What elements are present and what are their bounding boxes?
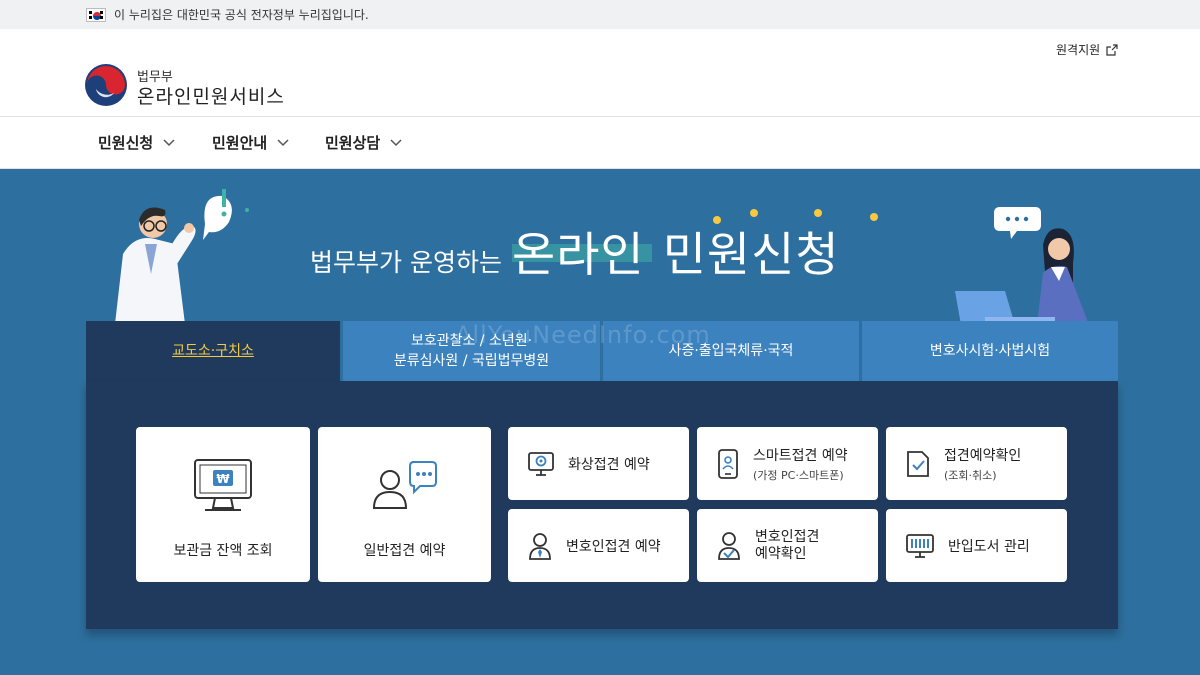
card-text: 스마트접견 예약 (가정 PC·스마트폰) (753, 445, 848, 483)
hero-section: 법무부가 운영하는 온라인 민원신청 교도소·구치소 보호관찰소 / 소년원· … (0, 169, 1200, 675)
hero-title-rest: 민원신청 (662, 228, 840, 283)
hero-dot (750, 209, 758, 217)
smartphone-person-icon (718, 448, 738, 479)
lawyer-icon (529, 532, 551, 560)
card-label: 스마트접견 예약 (753, 447, 848, 464)
hero-dot (814, 209, 822, 217)
smart-visit-card[interactable]: 스마트접견 예약 (가정 PC·스마트폰) (697, 427, 878, 500)
nav-item-apply[interactable]: 민원신청 (98, 117, 175, 168)
remote-support-label: 원격지원 (1056, 43, 1101, 57)
hero-highlight-text: 온라인 (511, 228, 645, 283)
watermark-text: AllYouNeedInfo.com (455, 321, 711, 349)
card-label: 접견예약확인 (944, 447, 1022, 464)
card-label: 보관금 잔액 조회 (173, 543, 273, 559)
monitor-books-icon (906, 533, 934, 558)
hero-title: 법무부가 운영하는 온라인 민원신청 (310, 216, 840, 285)
external-link-icon (1106, 43, 1118, 56)
hero-title-highlight: 온라인 (511, 216, 652, 285)
tab-prison[interactable]: 교도소·구치소 (86, 321, 340, 381)
logo-title[interactable]: 온라인민원서비스 (137, 82, 285, 109)
balance-inquiry-card[interactable]: ₩ 보관금 잔액 조회 (136, 427, 310, 582)
hero-dot (713, 216, 721, 224)
card-label-line2: 예약확인 (755, 545, 807, 562)
korea-flag-icon (86, 7, 106, 22)
card-sublabel: (가정 PC·스마트폰) (753, 468, 844, 482)
chevron-down-icon (390, 138, 402, 146)
woman-character-illustration (955, 207, 1089, 325)
man-character-illustration (115, 189, 249, 324)
card-label-line1: 변호인접견 (755, 528, 820, 545)
monitor-won-icon: ₩ (194, 459, 252, 511)
svg-text:₩: ₩ (216, 472, 230, 486)
hero-dot (870, 213, 878, 221)
nav-item-label: 민원신청 (98, 134, 154, 152)
nav-item-consult[interactable]: 민원상담 (325, 117, 402, 168)
video-visit-card[interactable]: 화상접견 예약 (508, 427, 689, 500)
gov-banner: 이 누리집은 대한민국 공식 전자정부 누리집입니다. (0, 0, 1200, 29)
card-label: 반입도서 관리 (948, 538, 1030, 555)
tab-content-panel: ₩ 보관금 잔액 조회 일반접견 예약 화상접견 예약 스마트접견 예약 (가정… (86, 381, 1118, 629)
ministry-logo-icon[interactable] (84, 63, 128, 107)
gov-banner-text: 이 누리집은 대한민국 공식 전자정부 누리집입니다. (114, 8, 369, 22)
chevron-down-icon (277, 138, 289, 146)
card-sublabel: (조회·취소) (944, 468, 997, 482)
card-text: 변호인접견 예약확인 (755, 529, 819, 563)
books-management-card[interactable]: 반입도서 관리 (886, 509, 1067, 582)
general-visit-card[interactable]: 일반접견 예약 (318, 427, 491, 582)
document-check-icon (907, 450, 929, 477)
visit-check-card[interactable]: 접견예약확인 (조회·취소) (886, 427, 1067, 500)
tab-bar-exam[interactable]: 변호사시험·사법시험 (862, 321, 1118, 381)
lawyer-visit-check-card[interactable]: 변호인접견 예약확인 (697, 509, 878, 582)
tab-label: 교도소·구치소 (172, 343, 254, 359)
nav-item-label: 민원상담 (325, 134, 381, 152)
people-chat-icon (372, 461, 437, 509)
main-navigation: 민원신청 민원안내 민원상담 (0, 116, 1200, 169)
card-label: 화상접견 예약 (568, 456, 650, 473)
nav-item-label: 민원안내 (212, 134, 268, 152)
hero-title-prefix: 법무부가 운영하는 (310, 248, 502, 277)
card-text: 접견예약확인 (조회·취소) (944, 445, 1021, 483)
lawyer-visit-card[interactable]: 변호인접견 예약 (508, 509, 689, 582)
tab-label-line2: 분류심사원 / 국립법무병원 (393, 353, 550, 369)
chevron-down-icon (163, 138, 175, 146)
remote-support-link[interactable]: 원격지원 (1056, 41, 1118, 58)
monitor-video-icon (528, 451, 554, 476)
card-label: 일반접견 예약 (363, 543, 446, 559)
person-check-icon (718, 531, 740, 560)
site-header: 법무부 온라인민원서비스 원격지원 (0, 29, 1200, 116)
nav-item-guide[interactable]: 민원안내 (212, 117, 289, 168)
tab-label: 변호사시험·사법시험 (929, 343, 1051, 359)
card-label: 변호인접견 예약 (566, 538, 661, 555)
